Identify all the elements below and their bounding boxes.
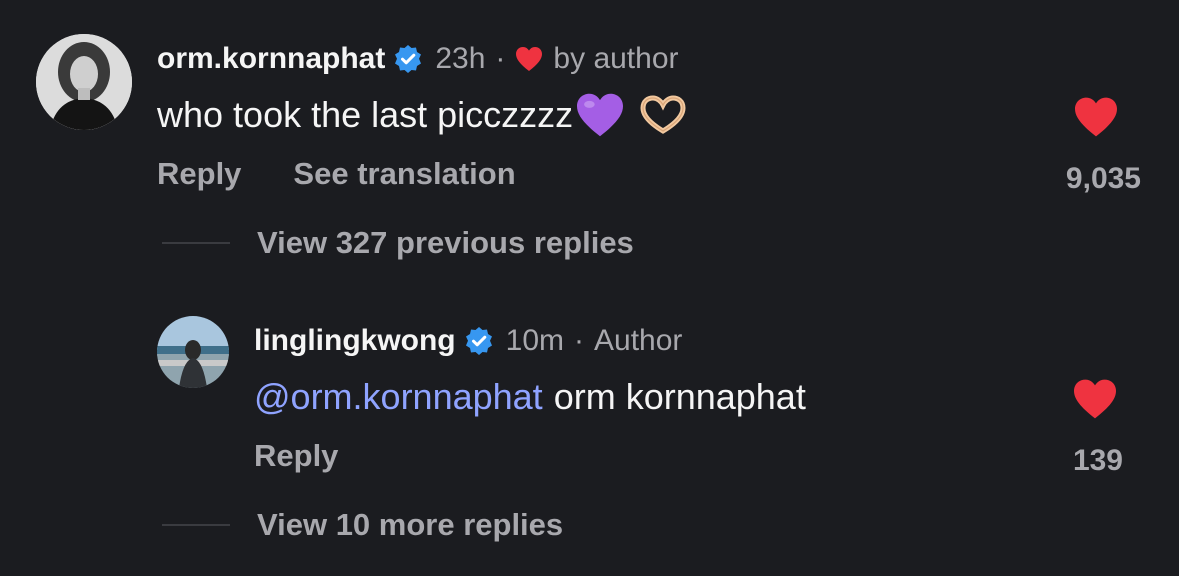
reply-button[interactable]: Reply xyxy=(157,156,241,192)
author-liked-heart-icon xyxy=(515,46,543,72)
like-count: 139 xyxy=(1072,444,1123,477)
view-more-replies-button[interactable]: View 10 more replies xyxy=(257,507,563,543)
comment-time: 23h xyxy=(435,42,486,75)
comment-actions: Reply See translation xyxy=(157,154,516,194)
heart-icon xyxy=(1075,97,1117,137)
comment-text: who took the last picczzzz xyxy=(157,94,574,135)
liked-by-author-label: by author xyxy=(553,42,679,75)
like-button[interactable] xyxy=(1073,96,1119,143)
mention-link[interactable]: @orm.kornnaphat xyxy=(254,376,543,418)
like-button[interactable] xyxy=(1072,378,1118,425)
meta-separator: · xyxy=(495,42,506,75)
reply-time: 10m xyxy=(505,324,564,357)
reply-button[interactable]: Reply xyxy=(254,438,338,474)
reply-actions: Reply xyxy=(254,436,338,476)
thread-divider xyxy=(162,524,230,526)
see-translation-button[interactable]: See translation xyxy=(293,156,515,192)
reply-text: orm kornnaphat xyxy=(553,376,806,417)
avatar-photo-lingling xyxy=(157,316,229,388)
avatar-photo-orm xyxy=(36,34,132,130)
thread-divider xyxy=(162,242,230,244)
reply-username[interactable]: linglingkwong xyxy=(254,324,456,358)
avatar-lingling[interactable] xyxy=(157,316,229,388)
author-label: Author xyxy=(594,324,683,357)
reply-header: linglingkwong 10m · Author xyxy=(254,322,682,360)
avatar-orm[interactable] xyxy=(36,34,132,130)
verified-badge-icon xyxy=(464,326,494,356)
like-count: 9,035 xyxy=(1065,162,1141,195)
verified-badge-icon xyxy=(393,44,423,74)
heart-icon xyxy=(1074,379,1116,419)
comment-body: who took the last picczzzz xyxy=(157,90,687,140)
meta-separator: · xyxy=(574,324,584,357)
view-previous-replies-button[interactable]: View 327 previous replies xyxy=(257,225,634,261)
comment-username[interactable]: orm.kornnaphat xyxy=(157,42,385,76)
reply-body: @orm.kornnaphat orm kornnaphat xyxy=(254,374,806,420)
purple-heart-emoji xyxy=(575,92,625,138)
heart-hands-emoji xyxy=(639,95,687,135)
comment-header: orm.kornnaphat 23h · by author xyxy=(157,40,679,78)
